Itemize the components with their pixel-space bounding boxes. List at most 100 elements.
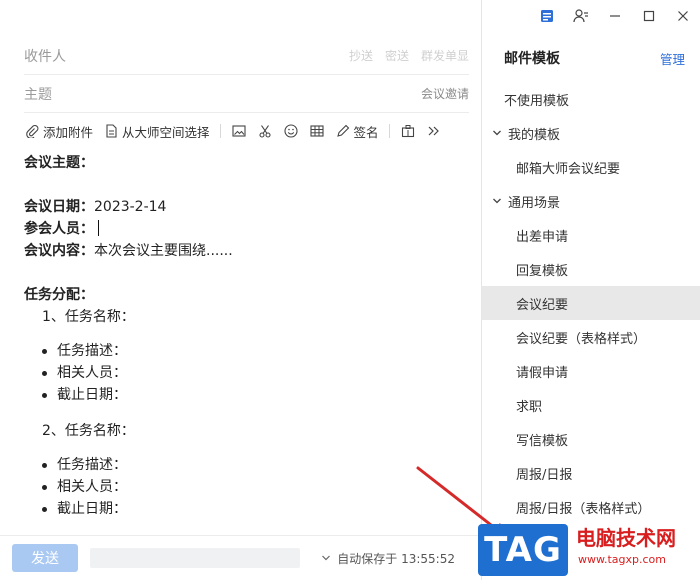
manage-templates-link[interactable]: 管理 [660,49,685,68]
template-item-label: 求职 [516,399,543,415]
list-item: 任务描述： [42,340,469,362]
content-value: 本次会议主要围绕...... [94,243,233,259]
editor-toolbar: 添加附件 从大师空间选择 签名 [24,120,469,142]
template-panel-title: 邮件模板 [504,51,560,67]
meeting-invite-link[interactable]: 会议邀请 [421,85,469,102]
template-icon [400,123,416,139]
toolbar-divider [219,124,221,138]
recipient-actions: 抄送 密送 群发单显 [349,47,469,64]
screenshot-button[interactable] [257,123,283,139]
template-group-common[interactable]: 通用场景 [482,184,700,218]
template-item[interactable]: 周报/日报（表格样式） [482,490,700,524]
bcc-link[interactable]: 密送 [385,47,409,64]
assign-label: 任务分配： [24,287,94,303]
template-item-label: 回复模板 [516,263,569,279]
site-watermark: TAG 电脑技术网 www.tagxp.com [478,520,700,580]
calendar-icon[interactable] [530,0,564,32]
template-item[interactable]: 邮箱大师会议纪要 [482,150,700,184]
template-item[interactable]: 会议纪要（表格样式） [482,320,700,354]
double-chevron-right-icon [426,123,442,139]
template-item[interactable]: 出差申请 [482,218,700,252]
insert-image-button[interactable] [231,123,257,139]
list-item: 相关人员： [42,476,469,498]
bullet-text: 任务描述： [57,457,127,473]
template-list: 不使用模板 我的模板 邮箱大师会议纪要 通用场景 出差申请 回复模板 会议纪要 … [482,82,700,524]
maximize-icon[interactable] [632,0,666,32]
signature-label: 签名 [353,124,379,140]
scissors-icon [257,123,273,139]
topic-label: 会议主题： [24,155,94,171]
template-item[interactable]: 请假申请 [482,354,700,388]
attach-button[interactable]: 添加附件 [24,122,103,141]
autosave-text: 自动保存于 13:55:52 [337,551,455,566]
task-title: 1、任务名称： [42,309,135,325]
subject-field[interactable]: 主题 会议邀请 [24,75,469,113]
watermark-text: 电脑技术网 www.tagxp.com [572,524,700,576]
master-space-button[interactable]: 从大师空间选择 [103,122,220,141]
task-title: 2、任务名称： [42,423,135,439]
template-item-none[interactable]: 不使用模板 [482,82,700,116]
template-group-label: 通用场景 [508,195,561,211]
task-bullets: 任务描述： 相关人员： 截止日期： [24,340,469,406]
template-panel-header: 邮件模板 管理 [482,38,700,78]
date-line: 会议日期：2023-2-14 [24,196,469,218]
more-tools-button[interactable] [426,123,452,139]
chevron-down-icon[interactable] [321,551,331,565]
template-item-selected[interactable]: 会议纪要 [482,286,700,320]
template-item[interactable]: 写信模板 [482,422,700,456]
watermark-url: www.tagxp.com [578,553,666,566]
watermark-site-name: 电脑技术网 [576,526,676,550]
compose-pane: 收件人 抄送 密送 群发单显 主题 会议邀请 添加附件 从大师空间选择 签名 会… [0,0,481,580]
chevron-down-icon [490,129,504,137]
template-item-label: 请假申请 [516,365,569,381]
date-value: 2023-2-14 [94,199,167,215]
separate-send-link[interactable]: 群发单显 [421,47,469,64]
send-button[interactable]: 发送 [12,544,78,572]
toolbar-divider [388,124,390,138]
template-item-label: 周报/日报 [516,467,573,483]
watermark-logo: TAG [478,524,568,576]
template-item-label: 出差申请 [516,229,569,245]
bullet-text: 相关人员： [57,365,127,381]
template-item-label: 会议纪要（表格样式） [516,331,647,347]
contacts-icon[interactable] [564,0,598,32]
content-label: 会议内容： [24,243,94,259]
message-body[interactable]: 会议主题： 会议日期：2023-2-14 参会人员： 会议内容：本次会议主要围绕… [24,152,469,520]
attendees-label: 参会人员： [24,221,94,237]
date-label: 会议日期： [24,199,94,215]
bottom-bar: 发送 自动保存于 13:55:52 [0,535,481,580]
sender-account-selector[interactable] [90,548,300,568]
cc-link[interactable]: 抄送 [349,47,373,64]
bullet-text: 相关人员： [57,479,127,495]
template-item-label: 写信模板 [516,433,569,449]
minimize-icon[interactable] [598,0,632,32]
document-icon [103,123,119,139]
template-item-label: 邮箱大师会议纪要 [516,161,621,177]
template-toggle-button[interactable] [400,123,426,139]
template-item-label: 不使用模板 [504,93,570,109]
template-item[interactable]: 回复模板 [482,252,700,286]
bullet-text: 截止日期： [57,387,127,403]
recipient-field[interactable]: 收件人 抄送 密送 群发单显 [24,37,469,75]
recipient-placeholder: 收件人 [24,48,66,65]
close-icon[interactable] [666,0,700,32]
bullet-text: 截止日期： [57,501,127,517]
template-item[interactable]: 周报/日报 [482,456,700,490]
template-item[interactable]: 求职 [482,388,700,422]
emoji-button[interactable] [283,123,309,139]
list-item: 截止日期： [42,498,469,520]
text-caret [98,220,99,236]
list-item: 截止日期： [42,384,469,406]
attach-label: 添加附件 [43,124,94,140]
template-group-mine[interactable]: 我的模板 [482,116,700,150]
pen-icon [335,123,351,139]
table-button[interactable] [309,123,335,139]
smiley-icon [283,123,299,139]
paperclip-icon [24,123,40,139]
signature-button[interactable]: 签名 [335,122,389,141]
chevron-down-icon [490,197,504,205]
attendees-line: 参会人员： [24,218,469,240]
